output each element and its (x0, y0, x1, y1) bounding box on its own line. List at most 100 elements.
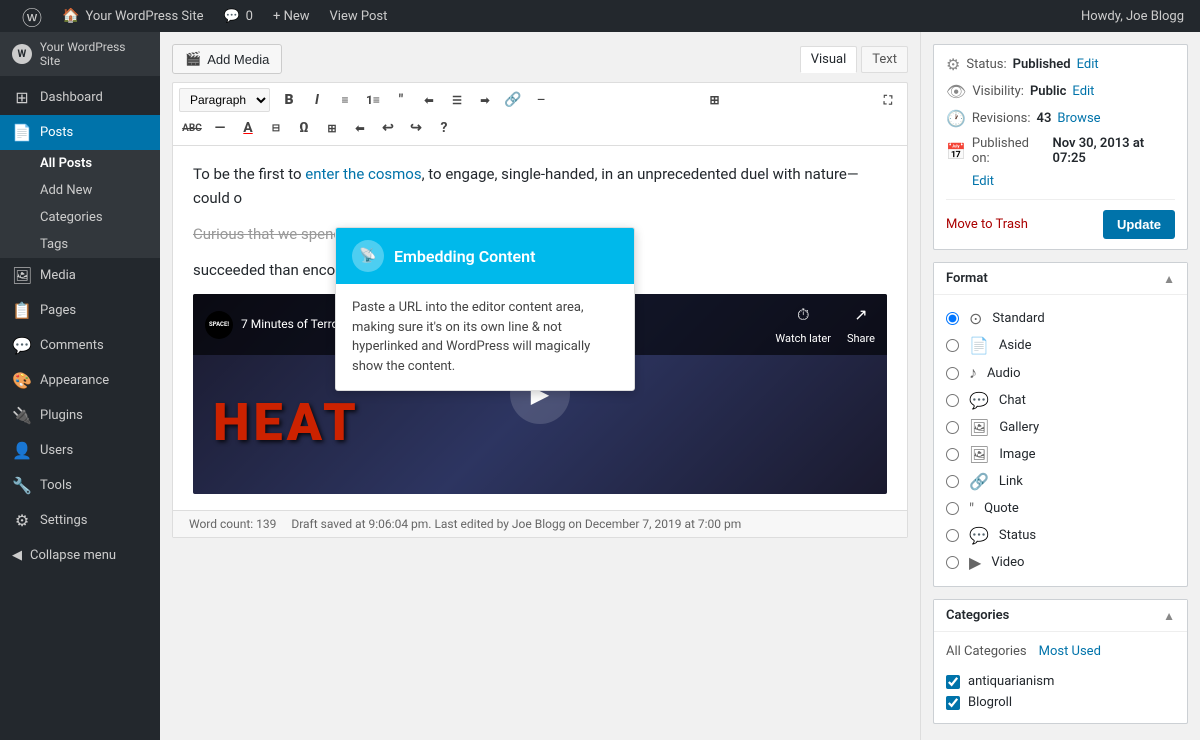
update-button[interactable]: Update (1103, 210, 1175, 239)
standard-icon: ⊙ (969, 309, 982, 328)
format-image-label: Image (999, 447, 1035, 462)
enter-cosmos-link[interactable]: enter the cosmos (305, 165, 421, 183)
sidebar-item-dashboard[interactable]: ⊞ Dashboard (0, 80, 160, 115)
tab-most-used[interactable]: Most Used (1039, 642, 1101, 661)
sidebar-item-users[interactable]: 👤 Users (0, 433, 160, 468)
format-aside-radio[interactable] (946, 339, 959, 352)
format-quote-radio[interactable] (946, 502, 959, 515)
ul-button[interactable]: ≡ (332, 87, 358, 113)
sidebar-item-posts[interactable]: 📄 Posts (0, 115, 160, 150)
paragraph-select[interactable]: Paragraph Heading 1 Heading 2 (179, 88, 270, 112)
format-status: 💬 Status (946, 522, 1175, 549)
paste-text-button[interactable]: ⊟ (263, 115, 289, 141)
format-status-radio[interactable] (946, 529, 959, 542)
categories-box-title: Categories (946, 608, 1009, 623)
sidebar-site[interactable]: W Your WordPress Site (0, 32, 160, 76)
sidebar-item-appearance[interactable]: 🎨 Appearance (0, 363, 160, 398)
italic-button[interactable]: I (304, 87, 330, 113)
sidebar-item-plugins[interactable]: 🔌 Plugins (0, 398, 160, 433)
redo-button[interactable]: ↪ (403, 115, 429, 141)
sidebar-item-categories[interactable]: Categories (0, 204, 160, 231)
status-edit-link[interactable]: Edit (1077, 57, 1099, 72)
view-post-bar-item[interactable]: View Post (320, 0, 398, 32)
ol-button[interactable]: 1≡ (360, 87, 386, 113)
embedding-icon: 📡 (359, 248, 376, 264)
format-audio-radio[interactable] (946, 367, 959, 380)
published-edit-link[interactable]: Edit (972, 174, 994, 189)
insert-more-button[interactable]: — (528, 87, 554, 113)
font-color-button[interactable]: A (235, 115, 261, 141)
visibility-label: Visibility: (972, 84, 1024, 99)
bold-button[interactable]: B (276, 87, 302, 113)
sidebar-item-label: Tools (40, 478, 72, 493)
watch-later-action[interactable]: ⏱ Watch later (775, 302, 831, 347)
tab-visual[interactable]: Visual (800, 46, 858, 73)
collapse-menu[interactable]: ◀ Collapse menu (0, 538, 160, 573)
tab-all-categories[interactable]: All Categories (946, 642, 1027, 661)
toolbar-toggle-button[interactable]: ⊞ (702, 87, 728, 113)
format-chat-radio[interactable] (946, 394, 959, 407)
sidebar-item-settings[interactable]: ⚙ Settings (0, 503, 160, 538)
format-video-radio[interactable] (946, 556, 959, 569)
sidebar-item-label: Appearance (40, 373, 109, 388)
settings-icon: ⚙ (12, 511, 32, 530)
category-blogroll-checkbox[interactable] (946, 696, 960, 710)
visibility-edit-link[interactable]: Edit (1072, 84, 1094, 99)
indent-button[interactable]: ⊞ (319, 115, 345, 141)
horizontal-rule-button[interactable]: — (207, 115, 233, 141)
format-video-label: Video (991, 555, 1024, 570)
format-box-content: ⊙ Standard 📄 Aside ♪ Audio (934, 295, 1187, 586)
sidebar-item-tags[interactable]: Tags (0, 231, 160, 258)
sidebar-site-name: Your WordPress Site (40, 40, 148, 68)
special-chars-button[interactable]: Ω (291, 115, 317, 141)
align-right-button[interactable]: ➡ (472, 87, 498, 113)
format-gallery: 🖼 Gallery (946, 414, 1175, 441)
format-box: Format ⊙ Standard 📄 Aside (933, 262, 1188, 587)
fullscreen-button[interactable]: ⛶ (875, 87, 901, 113)
posts-submenu: All Posts Add New Categories Tags (0, 150, 160, 258)
format-link-radio[interactable] (946, 475, 959, 488)
sidebar-item-tools[interactable]: 🔧 Tools (0, 468, 160, 503)
format-image: 🖼 Image (946, 441, 1175, 468)
revisions-browse-link[interactable]: Browse (1057, 111, 1100, 126)
outdent-button[interactable]: ⬅ (347, 115, 373, 141)
share-icon: ↗ (854, 302, 867, 328)
site-name-bar[interactable]: 🏠 Your WordPress Site (52, 0, 213, 32)
sidebar-item-all-posts[interactable]: All Posts (0, 150, 160, 177)
categories-box-toggle[interactable] (1163, 609, 1175, 623)
comments-bar-item[interactable]: 💬 0 (213, 0, 263, 32)
revisions-value: 43 (1037, 111, 1052, 126)
new-label: + New (273, 9, 310, 24)
move-to-trash-link[interactable]: Move to Trash (946, 217, 1028, 232)
sidebar-item-media[interactable]: 🖼 Media (0, 258, 160, 293)
help-button[interactable]: ? (431, 115, 457, 141)
strikethrough-button[interactable]: ABC (179, 115, 205, 141)
view-post-label: View Post (330, 9, 388, 24)
tooltip-title: Embedding Content (394, 247, 535, 266)
format-image-radio[interactable] (946, 448, 959, 461)
sidebar-item-pages[interactable]: 📋 Pages (0, 293, 160, 328)
content-paragraph-1: To be the first to enter the cosmos, to … (193, 162, 887, 210)
format-gallery-radio[interactable] (946, 421, 959, 434)
add-media-button[interactable]: 🎬 Add Media (172, 44, 282, 74)
aside-icon: 📄 (969, 336, 989, 355)
video-top-right: ⏱ Watch later ↗ Share (775, 302, 875, 347)
blockquote-button[interactable]: " (388, 87, 414, 113)
format-box-toggle[interactable] (1163, 272, 1175, 286)
link-button[interactable]: 🔗 (500, 87, 526, 113)
users-icon: 👤 (12, 441, 32, 460)
sidebar-item-add-new[interactable]: Add New (0, 177, 160, 204)
align-center-button[interactable]: ☰ (444, 87, 470, 113)
admin-bar: ⓦ 🏠 Your WordPress Site 💬 0 + New View P… (0, 0, 1200, 32)
wp-logo[interactable]: ⓦ (12, 0, 52, 32)
tooltip-icon: 📡 (352, 240, 384, 272)
sidebar-item-comments[interactable]: 💬 Comments (0, 328, 160, 363)
category-antiquarianism-checkbox[interactable] (946, 675, 960, 689)
format-standard-radio[interactable] (946, 312, 959, 325)
tab-text[interactable]: Text (861, 46, 908, 73)
undo-button[interactable]: ↩ (375, 115, 401, 141)
share-action[interactable]: ↗ Share (847, 302, 875, 347)
new-bar-item[interactable]: + New (263, 0, 320, 32)
publish-actions: Move to Trash Update (946, 199, 1175, 239)
align-left-button[interactable]: ⬅ (416, 87, 442, 113)
